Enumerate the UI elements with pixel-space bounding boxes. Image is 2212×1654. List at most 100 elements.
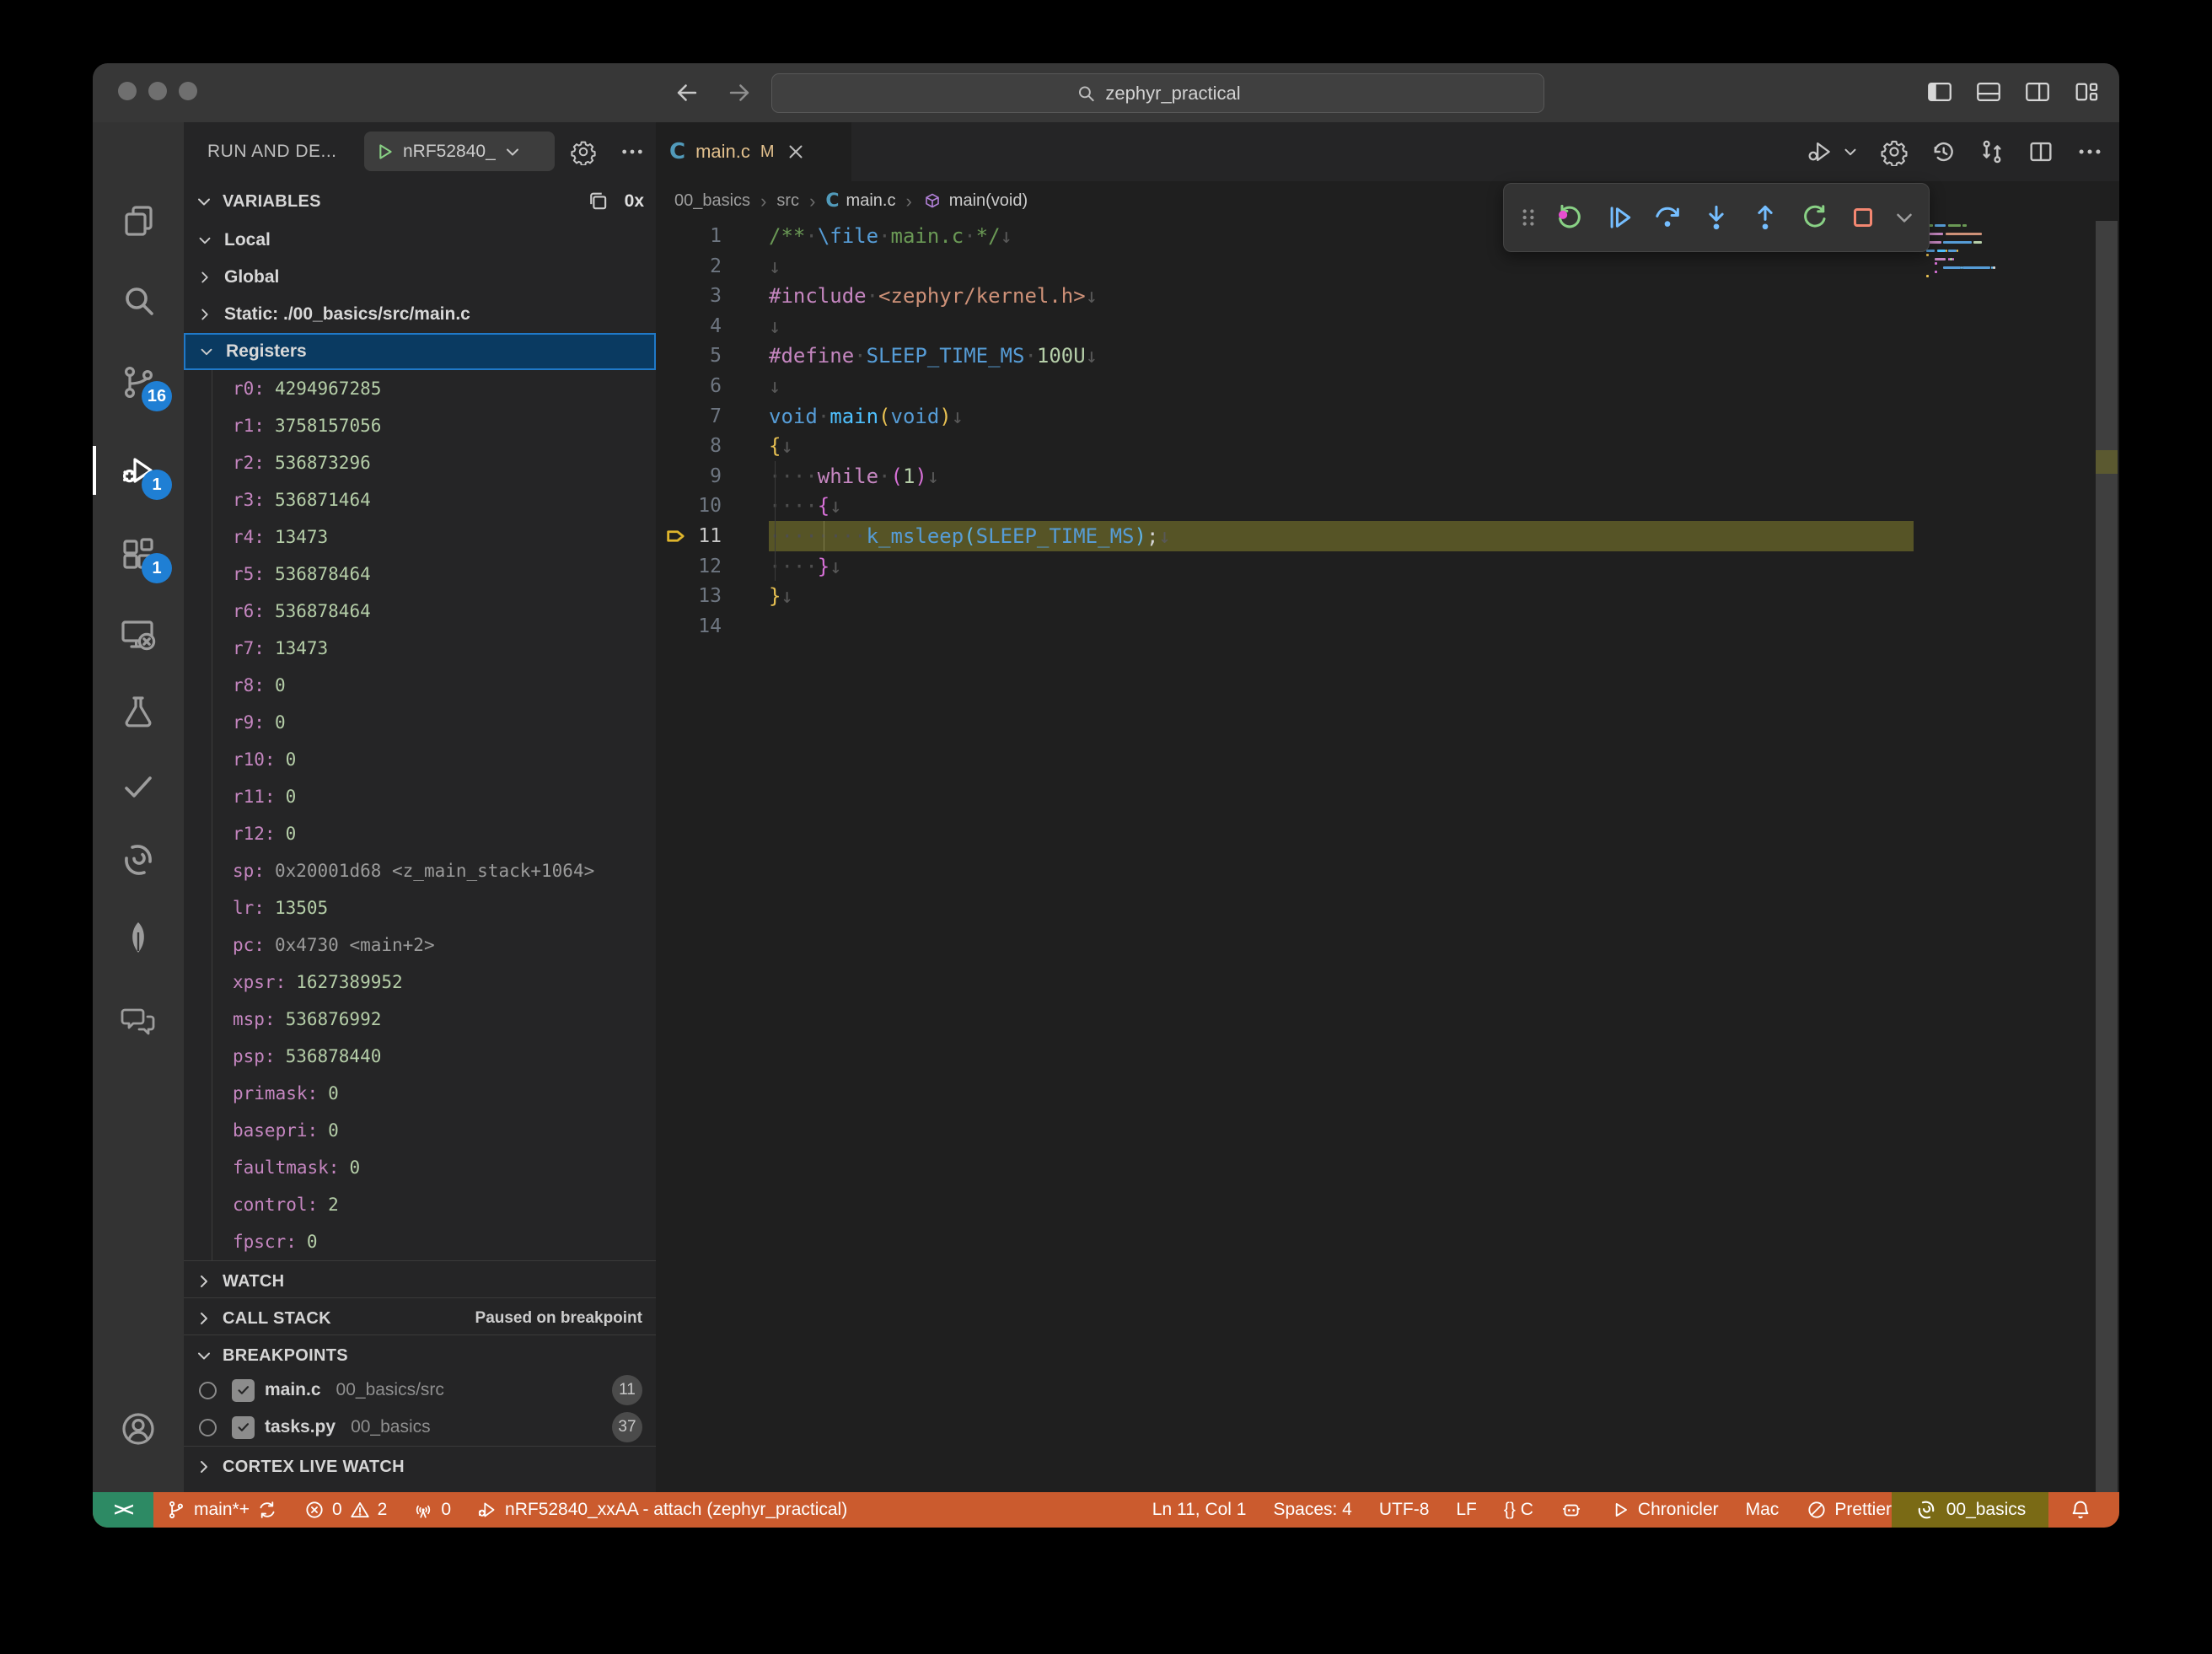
- status-ports-status[interactable]: 0: [412, 1499, 451, 1521]
- scope-row-registers[interactable]: Registers: [184, 333, 656, 370]
- code-line[interactable]: 6↓: [656, 371, 2119, 401]
- copy-value-icon[interactable]: [586, 189, 611, 214]
- breakpoints-pane-header[interactable]: BREAKPOINTS: [184, 1334, 656, 1376]
- close-window-button[interactable]: [118, 82, 137, 100]
- gutter[interactable]: 14: [656, 611, 769, 642]
- gutter[interactable]: 11: [656, 521, 769, 551]
- activity-item-extensions[interactable]: 1: [93, 518, 184, 590]
- status-language-mode[interactable]: {} C: [1504, 1500, 1533, 1520]
- toggle-panel-icon[interactable]: [1974, 78, 2003, 106]
- register-row[interactable]: control:2: [184, 1186, 656, 1223]
- register-row[interactable]: r3:536871464: [184, 481, 656, 518]
- activity-item-remote-explorer[interactable]: [93, 598, 184, 670]
- gutter[interactable]: 8: [656, 431, 769, 461]
- code-line[interactable]: 7void·main(void)↓: [656, 401, 2119, 432]
- cortex-live-watch-pane-header[interactable]: CORTEX LIVE WATCH: [184, 1446, 656, 1487]
- gutter[interactable]: 5: [656, 341, 769, 371]
- code-line[interactable]: 3#include·<zephyr/kernel.h>↓: [656, 281, 2119, 311]
- launch-config-dropdown[interactable]: nRF52840_: [364, 132, 555, 171]
- code-line[interactable]: 14: [656, 611, 2119, 642]
- register-row[interactable]: sp:0x20001d68 <z_main_stack+1064>: [184, 852, 656, 889]
- project-badge[interactable]: 00_basics: [1892, 1492, 2048, 1528]
- scrollbar[interactable]: [2096, 221, 2118, 1492]
- debug-settings-gear-icon[interactable]: [570, 138, 597, 165]
- register-row[interactable]: r0:4294967285: [184, 370, 656, 407]
- breadcrumb-item[interactable]: 00_basics: [674, 191, 750, 211]
- breadcrumb-item[interactable]: src: [776, 191, 799, 211]
- code-line[interactable]: 9····while·(1)↓: [656, 461, 2119, 491]
- scope-row-static-basics-src-main-c[interactable]: Static: ./00_basics/src/main.c: [184, 296, 656, 333]
- remote-indicator[interactable]: ><: [93, 1492, 153, 1528]
- split-editor-icon[interactable]: [2027, 137, 2055, 166]
- status-encoding[interactable]: UTF-8: [1379, 1500, 1430, 1520]
- register-row[interactable]: r9:0: [184, 704, 656, 741]
- gutter[interactable]: 9: [656, 461, 769, 491]
- activity-item-comments[interactable]: [93, 985, 184, 1057]
- register-row[interactable]: msp:536876992: [184, 1001, 656, 1038]
- breakpoint-row[interactable]: tasks.py00_basics37: [184, 1409, 656, 1446]
- tab-main-c[interactable]: C main.c M: [656, 122, 851, 181]
- call-stack-pane-header[interactable]: CALL STACK Paused on breakpoint: [184, 1297, 656, 1339]
- register-row[interactable]: r1:3758157056: [184, 407, 656, 444]
- debug-reset-device-button[interactable]: [1549, 194, 1590, 241]
- gutter[interactable]: 3: [656, 281, 769, 311]
- zoom-window-button[interactable]: [179, 82, 197, 100]
- status-prettier[interactable]: Prettier: [1806, 1499, 1892, 1521]
- notifications-button[interactable]: [2064, 1492, 2097, 1528]
- register-row[interactable]: lr:13505: [184, 889, 656, 926]
- settings-gear-icon[interactable]: [1880, 137, 1909, 166]
- status-debug-target-status[interactable]: nRF52840_xxAA - attach (zephyr_practical…: [476, 1499, 847, 1521]
- breakpoint-checkbox[interactable]: [232, 1379, 255, 1402]
- code-line[interactable]: 8{↓: [656, 431, 2119, 461]
- timeline-history-icon[interactable]: [1929, 137, 1957, 166]
- gutter[interactable]: 7: [656, 401, 769, 432]
- close-tab-icon[interactable]: [785, 141, 807, 163]
- register-row[interactable]: basepri:0: [184, 1112, 656, 1149]
- code-editor[interactable]: 1/**·\file·main.c·*/↓2↓3#include·<zephyr…: [656, 221, 2119, 1492]
- debug-continue-button[interactable]: [1598, 194, 1639, 241]
- breadcrumb-item[interactable]: main(void): [922, 191, 1028, 212]
- debug-step-out-button[interactable]: [1745, 194, 1785, 241]
- register-row[interactable]: faultmask:0: [184, 1149, 656, 1186]
- more-actions-icon[interactable]: [2075, 137, 2104, 166]
- activity-item-source-control[interactable]: 16: [93, 346, 184, 418]
- status-problems-status[interactable]: 02: [303, 1499, 387, 1521]
- breadcrumb-item[interactable]: Cmain.c: [825, 191, 895, 212]
- register-row[interactable]: fpscr:0: [184, 1223, 656, 1260]
- activity-item-platform-tool[interactable]: [93, 824, 184, 896]
- scope-row-local[interactable]: Local: [184, 222, 656, 259]
- register-row[interactable]: r12:0: [184, 815, 656, 852]
- gutter[interactable]: 13: [656, 581, 769, 611]
- start-debug-icon[interactable]: [373, 140, 396, 164]
- more-actions-icon[interactable]: [619, 138, 646, 165]
- debug-restart-button[interactable]: [1794, 194, 1834, 241]
- code-line[interactable]: 5#define·SLEEP_TIME_MS·100U↓: [656, 341, 2119, 371]
- breakpoint-row[interactable]: main.c00_basics/src11: [184, 1372, 656, 1409]
- code-line[interactable]: 12····}↓: [656, 551, 2119, 582]
- gutter[interactable]: 1: [656, 221, 769, 251]
- code-line[interactable]: 11········k_msleep(SLEEP_TIME_MS);↓: [656, 521, 2119, 551]
- register-row[interactable]: r2:536873296: [184, 444, 656, 481]
- activity-item-search[interactable]: [93, 265, 184, 337]
- scope-row-global[interactable]: Global: [184, 259, 656, 296]
- watch-pane-header[interactable]: WATCH: [184, 1260, 656, 1302]
- activity-item-run-and-debug[interactable]: 1: [93, 434, 184, 507]
- register-row[interactable]: primask:0: [184, 1075, 656, 1112]
- gutter[interactable]: 4: [656, 311, 769, 341]
- back-icon[interactable]: [673, 78, 701, 107]
- customize-layout-icon[interactable]: [2072, 78, 2101, 106]
- activity-item-explorer[interactable]: [93, 185, 184, 257]
- activity-item-testing[interactable]: [93, 675, 184, 748]
- variables-pane-header[interactable]: VARIABLES 0x: [184, 181, 656, 222]
- status-eol[interactable]: LF: [1456, 1500, 1477, 1520]
- activity-item-mongodb[interactable]: [93, 901, 184, 974]
- code-line[interactable]: 10····{↓: [656, 491, 2119, 521]
- status-git-branch-status[interactable]: main*+: [165, 1499, 278, 1521]
- activity-item-accounts[interactable]: [93, 1393, 184, 1465]
- code-line[interactable]: 4↓: [656, 311, 2119, 341]
- status-platform-indicator[interactable]: Mac: [1746, 1500, 1780, 1520]
- register-row[interactable]: r5:536878464: [184, 556, 656, 593]
- compare-changes-icon[interactable]: [1978, 137, 2006, 166]
- debug-step-into-button[interactable]: [1696, 194, 1737, 241]
- chevron-down-icon[interactable]: [1841, 142, 1860, 161]
